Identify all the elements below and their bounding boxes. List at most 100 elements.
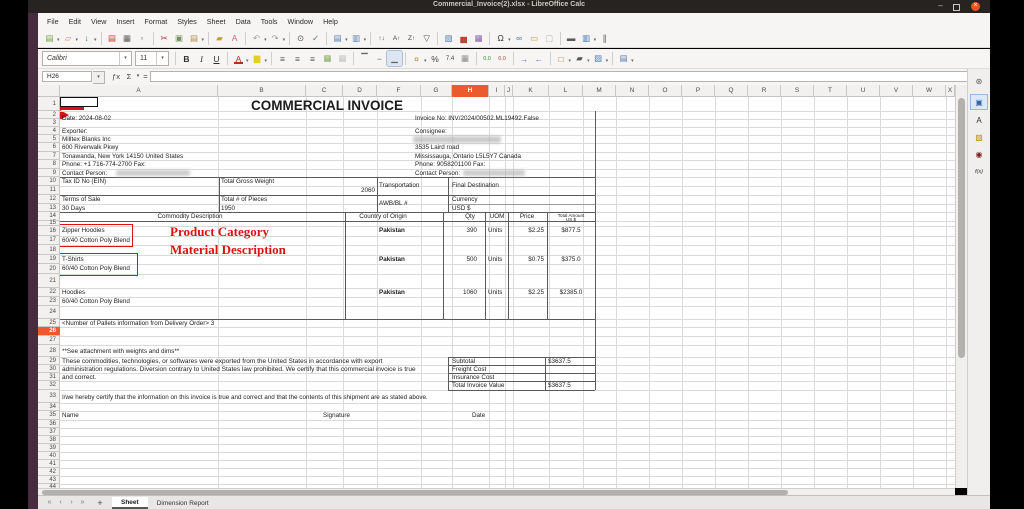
menu-sheet[interactable]: Sheet — [202, 17, 231, 26]
column-header-V[interactable]: V — [880, 85, 913, 97]
column-header-X[interactable]: X — [946, 85, 955, 97]
cell[interactable]: Tonawanda, New York 14150 United States — [62, 153, 183, 160]
cell[interactable]: $0.75 — [528, 256, 544, 263]
cell[interactable]: $877.5 — [561, 227, 580, 234]
cell[interactable]: Name — [62, 412, 79, 419]
open-folder-icon[interactable]: ▱ — [61, 31, 76, 46]
cell[interactable]: Phone: +1 716-774-2700 Fax: — [62, 161, 146, 168]
cell[interactable]: $2.25 — [528, 289, 544, 296]
align-center-icon[interactable]: ≡ — [290, 51, 305, 66]
row-header-25[interactable]: 25 — [38, 319, 60, 327]
font-size-select[interactable]: 11▾ — [135, 51, 169, 66]
column-header-B[interactable]: B — [218, 85, 306, 97]
undo-icon[interactable]: ↶ — [249, 31, 264, 46]
font-size-select-dropdown-icon[interactable]: ▾ — [156, 52, 168, 65]
cell[interactable]: 2060 — [361, 187, 375, 194]
menu-tools[interactable]: Tools — [256, 17, 283, 26]
cell[interactable]: administration regulations. Diversion co… — [62, 366, 416, 373]
cell[interactable]: Final Destination — [452, 182, 499, 189]
column-header-P[interactable]: P — [682, 85, 715, 97]
font-color-icon-dropdown[interactable]: ▾ — [246, 58, 249, 64]
column-header-T[interactable]: T — [814, 85, 847, 97]
cell[interactable]: Pakistan — [379, 227, 405, 234]
row-header-3[interactable]: 3 — [38, 119, 60, 127]
row-header-19[interactable]: 19 — [38, 255, 60, 264]
cell[interactable]: COMMERCIAL INVOICE — [251, 98, 403, 113]
cell[interactable]: Subtotal — [452, 358, 475, 365]
merge-cells-icon[interactable]: ▦ — [320, 51, 335, 66]
cell[interactable]: Units — [488, 227, 502, 234]
cell[interactable]: AWB/BL # — [379, 200, 408, 207]
insert-row-icon[interactable]: ▤ — [330, 31, 345, 46]
open-folder-icon-dropdown[interactable]: ▾ — [76, 37, 79, 43]
background-color-icon[interactable]: ▨ — [591, 51, 606, 66]
freeze-panes-icon-dropdown[interactable]: ▾ — [594, 37, 597, 43]
row-header-38[interactable]: 38 — [38, 436, 60, 444]
cell[interactable]: UOM — [490, 213, 505, 220]
row-header-26[interactable]: 26 — [38, 327, 60, 336]
column-header-O[interactable]: O — [649, 85, 682, 97]
column-header-M[interactable]: M — [583, 85, 616, 97]
gallery-icon[interactable]: ▨ — [971, 130, 987, 144]
row-header-6[interactable]: 6 — [38, 143, 60, 152]
column-header-D[interactable]: D — [343, 85, 377, 97]
function-wizard-button[interactable]: ƒx — [110, 71, 122, 82]
headers-footers-icon[interactable]: ▬ — [564, 31, 579, 46]
print-icon[interactable]: ▦ — [120, 31, 135, 46]
window-titlebar[interactable]: Commercial_Invoice(2).xlsx - LibreOffice… — [28, 0, 990, 13]
conditional-formatting-icon[interactable]: ▤ — [616, 51, 631, 66]
column-header-A[interactable]: A — [60, 85, 218, 97]
align-left-icon[interactable]: ≡ — [275, 51, 290, 66]
row-header-18[interactable]: 18 — [38, 245, 60, 255]
clone-formatting-icon[interactable]: ▰ — [212, 31, 227, 46]
column-header-J[interactable]: J — [505, 85, 513, 97]
cell[interactable]: Total # of Pieces — [221, 196, 267, 203]
tab-nav-next-icon[interactable]: › — [66, 499, 77, 506]
active-cell-H26[interactable] — [60, 97, 98, 107]
tab-nav-first-icon[interactable]: « — [44, 499, 55, 506]
row-header-12[interactable]: 12 — [38, 195, 60, 204]
row-header-28[interactable]: 28 — [38, 345, 60, 357]
center-vertically-icon[interactable]: − — [372, 51, 387, 66]
align-top-icon[interactable]: ▔ — [357, 51, 372, 66]
row-header-8[interactable]: 8 — [38, 160, 60, 169]
cell[interactable]: $375.0 — [561, 256, 580, 263]
menu-edit[interactable]: Edit — [64, 17, 86, 26]
cell[interactable]: Date: 2024-08-02 — [62, 115, 111, 122]
cell[interactable]: Total Gross Weight — [221, 178, 274, 185]
italic-icon[interactable]: I — [194, 51, 209, 66]
new-document-icon[interactable]: ▤ — [42, 31, 57, 46]
sort-ascending-icon[interactable]: A↑ — [389, 31, 404, 46]
column-header-R[interactable]: R — [748, 85, 781, 97]
column-header-I[interactable]: I — [489, 85, 505, 97]
highlighting-color-icon[interactable]: ▆ — [250, 51, 265, 66]
row-header-16[interactable]: 16 — [38, 226, 60, 236]
new-document-icon-dropdown[interactable]: ▾ — [57, 37, 60, 43]
sum-button[interactable]: Σ — [124, 71, 134, 82]
column-header-N[interactable]: N — [616, 85, 649, 97]
paste-icon-dropdown[interactable]: ▾ — [202, 37, 205, 43]
properties-icon[interactable]: ▣ — [971, 95, 987, 109]
save-icon[interactable]: ↓ — [79, 31, 94, 46]
row-header-31[interactable]: 31 — [38, 373, 60, 381]
delete-decimal-icon[interactable]: 0.0 — [495, 51, 510, 66]
clear-formatting-icon[interactable]: A — [227, 31, 242, 46]
column-header-K[interactable]: K — [513, 85, 549, 97]
cell[interactable]: Invoice No: INV/2024/00502.ML19492.False — [415, 115, 539, 122]
font-name-select-dropdown-icon[interactable]: ▾ — [119, 52, 131, 65]
cell[interactable]: Total Invoice Value — [452, 382, 504, 389]
row-header-13[interactable]: 13 — [38, 204, 60, 213]
cell[interactable]: $2.25 — [528, 227, 544, 234]
menu-styles[interactable]: Styles — [172, 17, 202, 26]
cell[interactable]: Price — [520, 213, 534, 220]
column-header-W[interactable]: W — [913, 85, 946, 97]
cell[interactable]: Consignee: — [415, 128, 447, 135]
insert-column-icon-dropdown[interactable]: ▾ — [364, 37, 367, 43]
row-header-5[interactable]: 5 — [38, 135, 60, 143]
menu-file[interactable]: File — [42, 17, 64, 26]
menu-view[interactable]: View — [86, 17, 111, 26]
comment-icon[interactable]: ▭ — [527, 31, 542, 46]
cell[interactable]: Country of Origin — [359, 213, 407, 220]
cell[interactable]: 390 — [466, 227, 477, 234]
sheet-tab-dimension-report[interactable]: Dimension Report — [148, 498, 218, 508]
